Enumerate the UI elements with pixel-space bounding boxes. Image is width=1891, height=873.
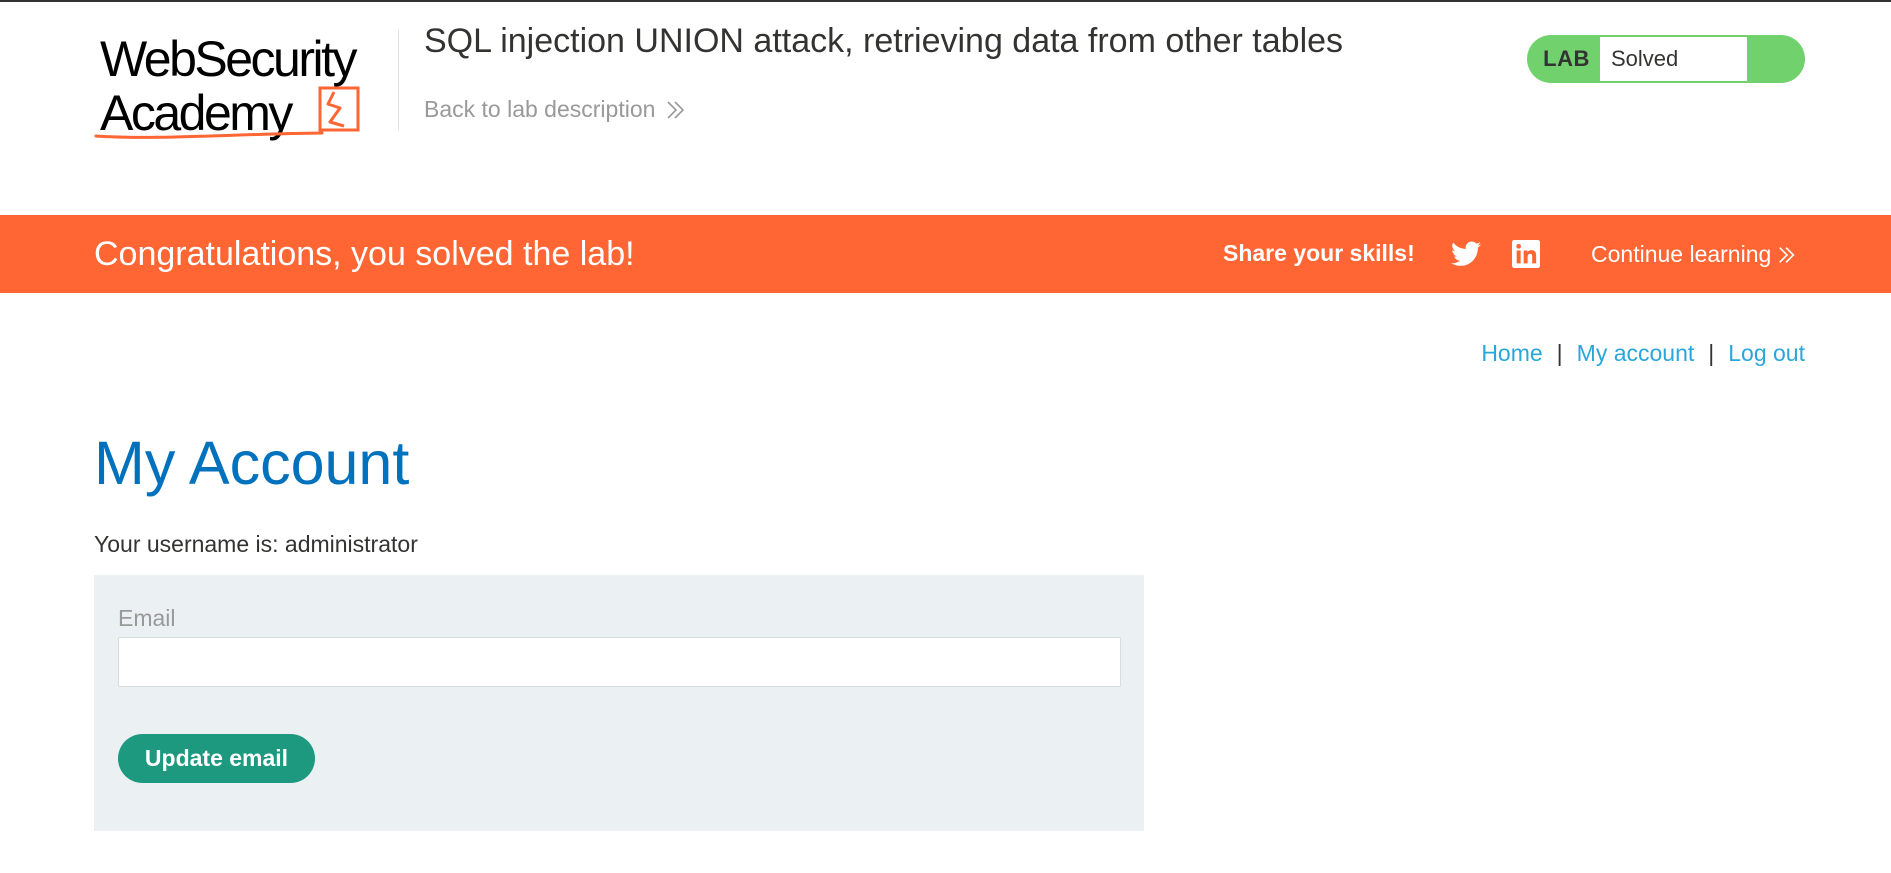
double-chevron-right-icon: [667, 100, 685, 119]
lab-title: SQL injection UNION attack, retrieving d…: [424, 22, 1344, 60]
nav-separator: |: [1708, 340, 1715, 366]
logo-divider: [398, 30, 399, 130]
websecurity-academy-logo[interactable]: WebSecurity Academy: [94, 30, 398, 142]
page-title: My Account: [94, 429, 410, 497]
email-label: Email: [118, 605, 176, 631]
solved-notification-banner: Congratulations, you solved the lab! Sha…: [0, 215, 1891, 293]
twitter-icon: [1451, 241, 1481, 266]
lab-status-text: Solved: [1600, 37, 1747, 81]
logo-graphic: WebSecurity Academy: [94, 31, 360, 141]
linkedin-icon: [1512, 240, 1540, 268]
log-out-link[interactable]: Log out: [1728, 340, 1805, 367]
linkedin-share-button[interactable]: [1511, 239, 1541, 269]
double-chevron-right-icon: [1779, 246, 1795, 263]
my-account-link[interactable]: My account: [1577, 340, 1695, 367]
share-skills-label: Share your skills!: [1223, 240, 1415, 266]
continue-learning-link[interactable]: Continue learning: [1591, 241, 1797, 268]
lab-header: WebSecurity Academy SQL injection UNION …: [0, 0, 1891, 215]
email-input[interactable]: [118, 637, 1121, 687]
lab-badge-label: LAB: [1543, 46, 1590, 71]
account-nav: Home | My account | Log out: [1481, 340, 1805, 367]
nav-separator: |: [1556, 340, 1563, 366]
back-to-lab-description-link[interactable]: Back to lab description: [424, 96, 687, 123]
update-email-button[interactable]: Update email: [118, 734, 315, 783]
svg-text:WebSecurity: WebSecurity: [100, 31, 358, 87]
back-link-label: Back to lab description: [424, 96, 656, 122]
home-link[interactable]: Home: [1481, 340, 1542, 367]
twitter-share-button[interactable]: [1451, 239, 1481, 269]
lab-status-badge: LAB Solved: [1527, 35, 1805, 83]
username-info: Your username is: administrator: [94, 531, 418, 557]
continue-learning-label: Continue learning: [1591, 241, 1772, 267]
svg-text:Academy: Academy: [100, 85, 293, 141]
change-email-form: Email Update email: [94, 575, 1144, 831]
congratulations-message: Congratulations, you solved the lab!: [94, 235, 635, 273]
